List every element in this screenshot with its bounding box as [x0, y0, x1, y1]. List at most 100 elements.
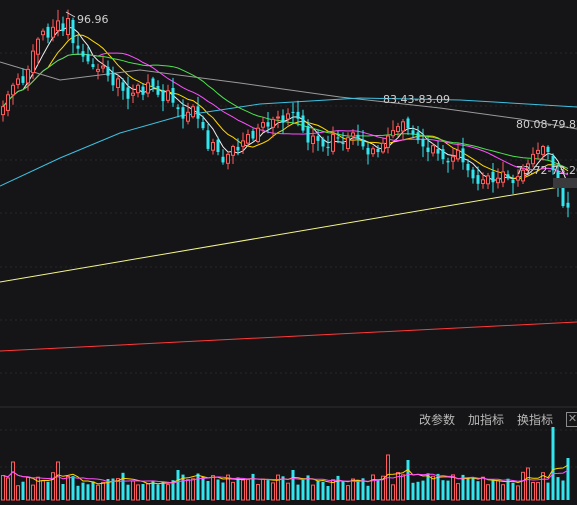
candle-body[interactable] — [426, 147, 430, 152]
candle-body[interactable] — [126, 87, 130, 99]
candle-body[interactable] — [6, 94, 10, 111]
candle-body[interactable] — [316, 136, 320, 141]
candle-body[interactable] — [496, 177, 500, 184]
candle-body[interactable] — [361, 139, 365, 147]
candle-body[interactable] — [106, 66, 110, 76]
candle-body[interactable] — [291, 111, 295, 113]
candle-body[interactable] — [431, 145, 435, 154]
candle-body[interactable] — [321, 138, 325, 147]
candle-body[interactable] — [76, 45, 80, 49]
candle-body[interactable] — [241, 140, 245, 147]
candle-body[interactable] — [71, 19, 75, 44]
candle-body[interactable] — [41, 30, 45, 36]
candle-body[interactable] — [401, 121, 405, 132]
switch-indicator-button[interactable]: 换指标 — [517, 411, 553, 428]
candle-body[interactable] — [151, 78, 155, 87]
candle-body[interactable] — [46, 26, 50, 38]
candle-body[interactable] — [211, 142, 215, 151]
candle-body[interactable] — [236, 146, 240, 151]
candle-body[interactable] — [21, 76, 25, 83]
candle-body[interactable] — [446, 160, 450, 163]
candle-body[interactable] — [56, 20, 60, 31]
candle-body[interactable] — [306, 126, 310, 143]
candle-body[interactable] — [256, 127, 260, 142]
candle-body[interactable] — [66, 18, 70, 35]
candle-body[interactable] — [31, 50, 35, 74]
candle-body[interactable] — [451, 156, 455, 162]
candle-body[interactable] — [486, 175, 490, 185]
candle-body[interactable] — [301, 115, 305, 131]
candle-body[interactable] — [411, 130, 415, 135]
candle-body[interactable] — [471, 169, 475, 179]
candle-body[interactable] — [161, 90, 165, 102]
candle-body[interactable] — [251, 130, 255, 139]
candle-body[interactable] — [286, 113, 290, 120]
candle-body[interactable] — [456, 149, 460, 160]
candle-body[interactable] — [296, 111, 300, 119]
candle-body[interactable] — [201, 122, 205, 129]
candle-body[interactable] — [206, 130, 210, 149]
candle-body[interactable] — [111, 72, 115, 86]
candle-body[interactable] — [101, 65, 105, 69]
candle-body[interactable] — [501, 171, 505, 183]
candle-body[interactable] — [91, 64, 95, 67]
candle-body[interactable] — [536, 149, 540, 154]
candle-body[interactable] — [271, 118, 275, 128]
candle-body[interactable] — [51, 26, 55, 38]
candle-body[interactable] — [566, 202, 570, 208]
candle-body[interactable] — [406, 118, 410, 129]
candle-body[interactable] — [136, 84, 140, 94]
candle-body[interactable] — [81, 51, 85, 57]
candle-body[interactable] — [131, 92, 135, 96]
candle-body[interactable] — [171, 88, 175, 103]
candle-body[interactable] — [481, 179, 485, 185]
candle-body[interactable] — [391, 130, 395, 137]
candle-body[interactable] — [26, 68, 30, 84]
candle-body[interactable] — [266, 122, 270, 127]
candle-body[interactable] — [16, 78, 20, 85]
candle-body[interactable] — [86, 54, 90, 62]
candle-body[interactable] — [146, 82, 150, 94]
candle-body[interactable] — [141, 86, 145, 95]
candle-body[interactable] — [346, 137, 350, 149]
candle-body[interactable] — [196, 106, 200, 119]
candle-body[interactable] — [421, 138, 425, 147]
candle-body[interactable] — [176, 107, 180, 110]
candle-body[interactable] — [226, 153, 230, 164]
candle-body[interactable] — [121, 82, 125, 91]
price-chart[interactable]: 96.96 83.43-83.09 80.08-79.82 73.72-73.20 — [0, 0, 577, 505]
candle-body[interactable] — [381, 142, 385, 153]
candle-body[interactable] — [541, 146, 545, 155]
add-indicator-button[interactable]: 加指标 — [468, 411, 504, 428]
candle-body[interactable] — [476, 175, 480, 184]
candle-body[interactable] — [491, 171, 495, 183]
candle-body[interactable] — [116, 78, 120, 89]
candle-body[interactable] — [276, 116, 280, 119]
candle-body[interactable] — [331, 134, 335, 152]
candle-body[interactable] — [546, 146, 550, 152]
candle-body[interactable] — [216, 139, 220, 152]
candle-body[interactable] — [356, 134, 360, 139]
candle-body[interactable] — [221, 156, 225, 163]
candle-body[interactable] — [376, 149, 380, 152]
close-icon[interactable]: ✕ — [566, 411, 577, 427]
candle-body[interactable] — [466, 163, 470, 171]
candle-body[interactable] — [61, 23, 65, 32]
candle-body[interactable] — [11, 84, 15, 96]
candle-body[interactable] — [156, 86, 160, 95]
candle-body[interactable] — [366, 147, 370, 155]
candle-body[interactable] — [166, 90, 170, 101]
candle-body[interactable] — [506, 174, 510, 179]
candle-body[interactable] — [231, 146, 235, 156]
edit-params-button[interactable]: 改参数 — [419, 411, 455, 428]
candle-body[interactable] — [516, 176, 520, 181]
candle-body[interactable] — [441, 149, 445, 160]
candle-body[interactable] — [386, 135, 390, 148]
candle-body[interactable] — [371, 148, 375, 155]
candle-body[interactable] — [351, 132, 355, 137]
candle-body[interactable] — [186, 111, 190, 122]
candle-body[interactable] — [36, 38, 40, 55]
candle-body[interactable] — [461, 148, 465, 163]
candle-body[interactable] — [531, 153, 535, 165]
candle-body[interactable] — [396, 126, 400, 132]
